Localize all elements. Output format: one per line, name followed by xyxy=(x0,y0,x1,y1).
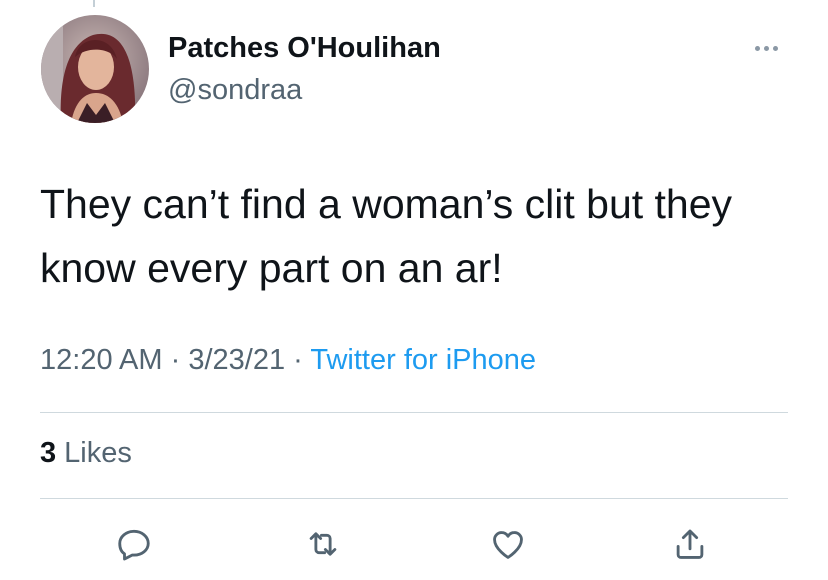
retweet-icon xyxy=(309,532,337,556)
likes-link[interactable]: 3 Likes xyxy=(40,437,132,470)
tweet-source-link[interactable]: Twitter for iPhone xyxy=(310,344,536,376)
like-button[interactable] xyxy=(488,524,528,564)
tweet-date[interactable]: 3/23/21 xyxy=(188,344,285,376)
meta-separator: · xyxy=(170,344,181,376)
more-horizontal-icon xyxy=(763,45,769,51)
reply-button[interactable] xyxy=(114,524,154,564)
heart-icon xyxy=(493,531,523,559)
reply-icon xyxy=(118,529,150,561)
thread-line xyxy=(93,0,95,7)
avatar-photo xyxy=(41,15,149,123)
author-display-name[interactable]: Patches O'Houlihan xyxy=(168,32,441,65)
tweet-meta: 12:20 AM · 3/23/21 · Twitter for iPhone xyxy=(40,344,536,377)
divider xyxy=(40,412,788,413)
divider xyxy=(40,498,788,499)
retweet-button[interactable] xyxy=(303,524,343,564)
meta-separator: · xyxy=(293,344,303,376)
more-horizontal-icon xyxy=(772,45,778,51)
likes-label: Likes xyxy=(64,437,132,469)
more-horizontal-icon xyxy=(754,45,760,51)
more-options-button[interactable] xyxy=(746,38,786,58)
share-button[interactable] xyxy=(670,524,710,564)
tweet-text: They can’t find a woman’s clit but they … xyxy=(40,181,733,291)
share-icon xyxy=(676,529,704,559)
tweet-time[interactable]: 12:20 AM xyxy=(40,344,163,376)
likes-count: 3 xyxy=(40,437,57,469)
avatar[interactable] xyxy=(41,15,149,123)
author-handle[interactable]: @sondraa xyxy=(168,74,302,107)
